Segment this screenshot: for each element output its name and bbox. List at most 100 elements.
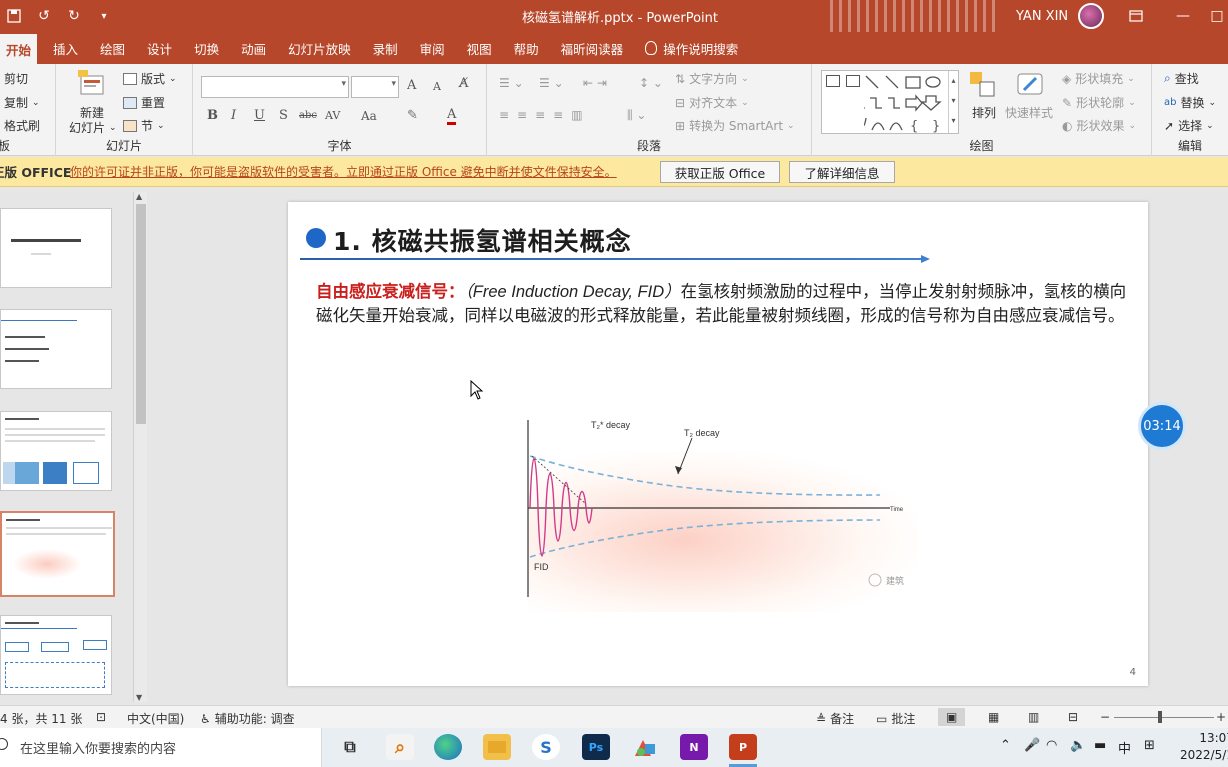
- underline-button[interactable]: U: [254, 108, 265, 123]
- grow-font-button[interactable]: A: [407, 78, 416, 93]
- shapes-gallery[interactable]: { } ▴ ▾ ▾: [821, 70, 959, 134]
- fid-figure[interactable]: T₂* decay T₂ decay FID Time 建筑: [518, 412, 928, 612]
- powerpoint-icon[interactable]: P: [729, 734, 757, 760]
- save-icon[interactable]: [6, 8, 22, 24]
- zoom-slider-handle[interactable]: [1158, 711, 1162, 723]
- replace-button[interactable]: ab 替换 ⌄: [1164, 94, 1216, 111]
- slide-body-text[interactable]: 自由感应衰减信号：（Free Induction Decay, FID）在氢核射…: [316, 280, 1136, 327]
- section-button[interactable]: 节 ⌄: [123, 117, 165, 134]
- font-color-button[interactable]: A: [447, 108, 457, 125]
- bold-button[interactable]: B: [207, 108, 218, 123]
- warning-message-link[interactable]: 你的许可证并非正版，你可能是盗版软件的受害者。立即通过正版 Office 避免中…: [70, 163, 617, 180]
- text-direction-button[interactable]: ⇅ 文字方向 ⌄: [675, 70, 749, 87]
- shrink-font-button[interactable]: A: [433, 80, 441, 93]
- battery-icon[interactable]: ▬: [1094, 738, 1106, 753]
- slide-canvas[interactable]: 1. 核磁共振氢谱相关概念 自由感应衰减信号：（Free Induction D…: [288, 202, 1148, 686]
- app-s-icon[interactable]: S: [532, 734, 560, 760]
- tab-foxit-reader[interactable]: 福昕阅读器: [550, 32, 635, 64]
- ribbon-display-options-icon[interactable]: [1113, 0, 1159, 32]
- numbering-icon[interactable]: ☰ ⌄: [539, 76, 564, 90]
- strikethrough-button[interactable]: abc: [299, 110, 317, 121]
- avatar[interactable]: [1078, 3, 1104, 29]
- tab-design[interactable]: 设计: [136, 32, 183, 64]
- shape-line-icons[interactable]: { }: [864, 74, 954, 134]
- search-app-icon[interactable]: ⌕: [386, 734, 414, 760]
- tab-insert[interactable]: 插入: [37, 32, 89, 64]
- get-genuine-office-button[interactable]: 获取正版 Office: [660, 161, 780, 183]
- recording-timer[interactable]: 03:14: [1138, 402, 1186, 450]
- customize-toolbar-icon[interactable]: ▾: [96, 8, 112, 24]
- new-slide-button[interactable]: 幻灯片 ⌄: [69, 119, 117, 136]
- quick-styles-icon[interactable]: [1016, 70, 1046, 100]
- change-case-button[interactable]: Aa: [361, 109, 377, 123]
- tab-review[interactable]: 审阅: [409, 32, 456, 64]
- thumbnails-scrollbar[interactable]: ▲ ▼: [133, 192, 147, 702]
- zoom-slider[interactable]: [1114, 717, 1214, 718]
- scrollbar-thumb[interactable]: [136, 204, 146, 424]
- shape-fill-button[interactable]: ◈ 形状填充 ⌄: [1062, 70, 1135, 87]
- minimize-icon[interactable]: —: [1160, 0, 1206, 32]
- maximize-icon[interactable]: □: [1206, 0, 1228, 32]
- undo-icon[interactable]: ↺: [36, 8, 52, 24]
- shape-outline-button[interactable]: ✎ 形状轮廓 ⌄: [1062, 94, 1136, 111]
- vertical-textbox-shape-icon[interactable]: [846, 75, 860, 87]
- italic-button[interactable]: I: [231, 108, 236, 123]
- highlight-icon[interactable]: ✎: [407, 108, 418, 123]
- copy-button[interactable]: 复制 ⌄: [4, 94, 40, 111]
- font-size-dropdown[interactable]: ▾: [351, 76, 399, 98]
- reading-view-icon[interactable]: ▥: [1028, 710, 1039, 724]
- onenote-icon[interactable]: N: [680, 734, 708, 760]
- select-button[interactable]: ➚ 选择 ⌄: [1164, 117, 1214, 134]
- quick-styles-button[interactable]: 快速样式: [1005, 104, 1053, 121]
- zoom-out-icon[interactable]: −: [1100, 710, 1110, 724]
- slide-thumbnail-2[interactable]: [0, 309, 112, 389]
- slide-sorter-icon[interactable]: ▦: [988, 710, 999, 724]
- alignment-icons[interactable]: ≡≡≡≡▥: [499, 108, 591, 122]
- show-hidden-icons-chevron-icon[interactable]: ⌃: [1000, 738, 1011, 753]
- comments-button[interactable]: ▭ 批注: [876, 710, 915, 727]
- reset-button[interactable]: 重置: [123, 94, 165, 111]
- tab-draw[interactable]: 绘图: [89, 32, 136, 64]
- tab-transitions[interactable]: 切换: [183, 32, 230, 64]
- slide-thumbnail-1[interactable]: [0, 208, 112, 288]
- network-icon[interactable]: ◠: [1046, 738, 1057, 753]
- ime-indicator[interactable]: 中: [1118, 738, 1131, 757]
- normal-view-icon[interactable]: ▣: [938, 708, 966, 726]
- slide-title[interactable]: 1. 核磁共振氢谱相关概念: [333, 222, 632, 258]
- language-indicator[interactable]: 中文(中国): [127, 710, 184, 727]
- tab-animations[interactable]: 动画: [230, 32, 277, 64]
- taskbar-search[interactable]: 在这里输入你要搜索的内容: [0, 728, 322, 767]
- scroll-down-icon[interactable]: ▼: [136, 693, 142, 702]
- zoom-in-icon[interactable]: +: [1216, 710, 1226, 724]
- accessibility-button[interactable]: ♿ 辅助功能: 调查: [200, 710, 295, 727]
- tab-record[interactable]: 录制: [362, 32, 409, 64]
- slide-thumbnail-3[interactable]: [0, 411, 112, 491]
- clear-format-icon[interactable]: A̸: [459, 76, 468, 91]
- redo-icon[interactable]: ↻: [66, 8, 82, 24]
- new-slide-icon[interactable]: [78, 70, 108, 100]
- textbox-shape-icon[interactable]: [826, 75, 840, 87]
- microphone-icon[interactable]: 🎤: [1024, 738, 1040, 753]
- cut-button[interactable]: 剪切: [4, 70, 28, 87]
- find-button[interactable]: ⌕ 查找: [1164, 70, 1199, 87]
- arrange-button[interactable]: 排列: [972, 104, 996, 121]
- slide-thumbnail-4[interactable]: [0, 511, 115, 597]
- file-explorer-icon[interactable]: [483, 734, 511, 760]
- slideshow-icon[interactable]: ⊟: [1068, 710, 1078, 724]
- task-view-icon[interactable]: ⧉: [336, 734, 364, 760]
- bullets-icon[interactable]: ☰ ⌄: [499, 76, 524, 90]
- line-spacing-icon[interactable]: ↕ ⌄: [639, 76, 663, 90]
- layout-button[interactable]: 版式 ⌄: [123, 70, 177, 87]
- tab-help[interactable]: 帮助: [503, 32, 550, 64]
- scroll-up-icon[interactable]: ▲: [136, 192, 142, 201]
- learn-more-button[interactable]: 了解详细信息: [789, 161, 895, 183]
- tab-slideshow[interactable]: 幻灯片放映: [277, 32, 362, 64]
- notes-button[interactable]: ≜ 备注: [816, 710, 854, 727]
- slide-thumbnail-5[interactable]: [0, 615, 112, 695]
- shadow-button[interactable]: S: [279, 108, 288, 123]
- user-name[interactable]: YAN XIN: [1016, 9, 1068, 24]
- font-name-dropdown[interactable]: ▾: [201, 76, 349, 98]
- columns-icon[interactable]: ⫼ ⌄: [627, 108, 646, 123]
- indent-icon[interactable]: ⇤ ⇥: [583, 76, 607, 90]
- align-text-button[interactable]: ⊟ 对齐文本 ⌄: [675, 94, 749, 111]
